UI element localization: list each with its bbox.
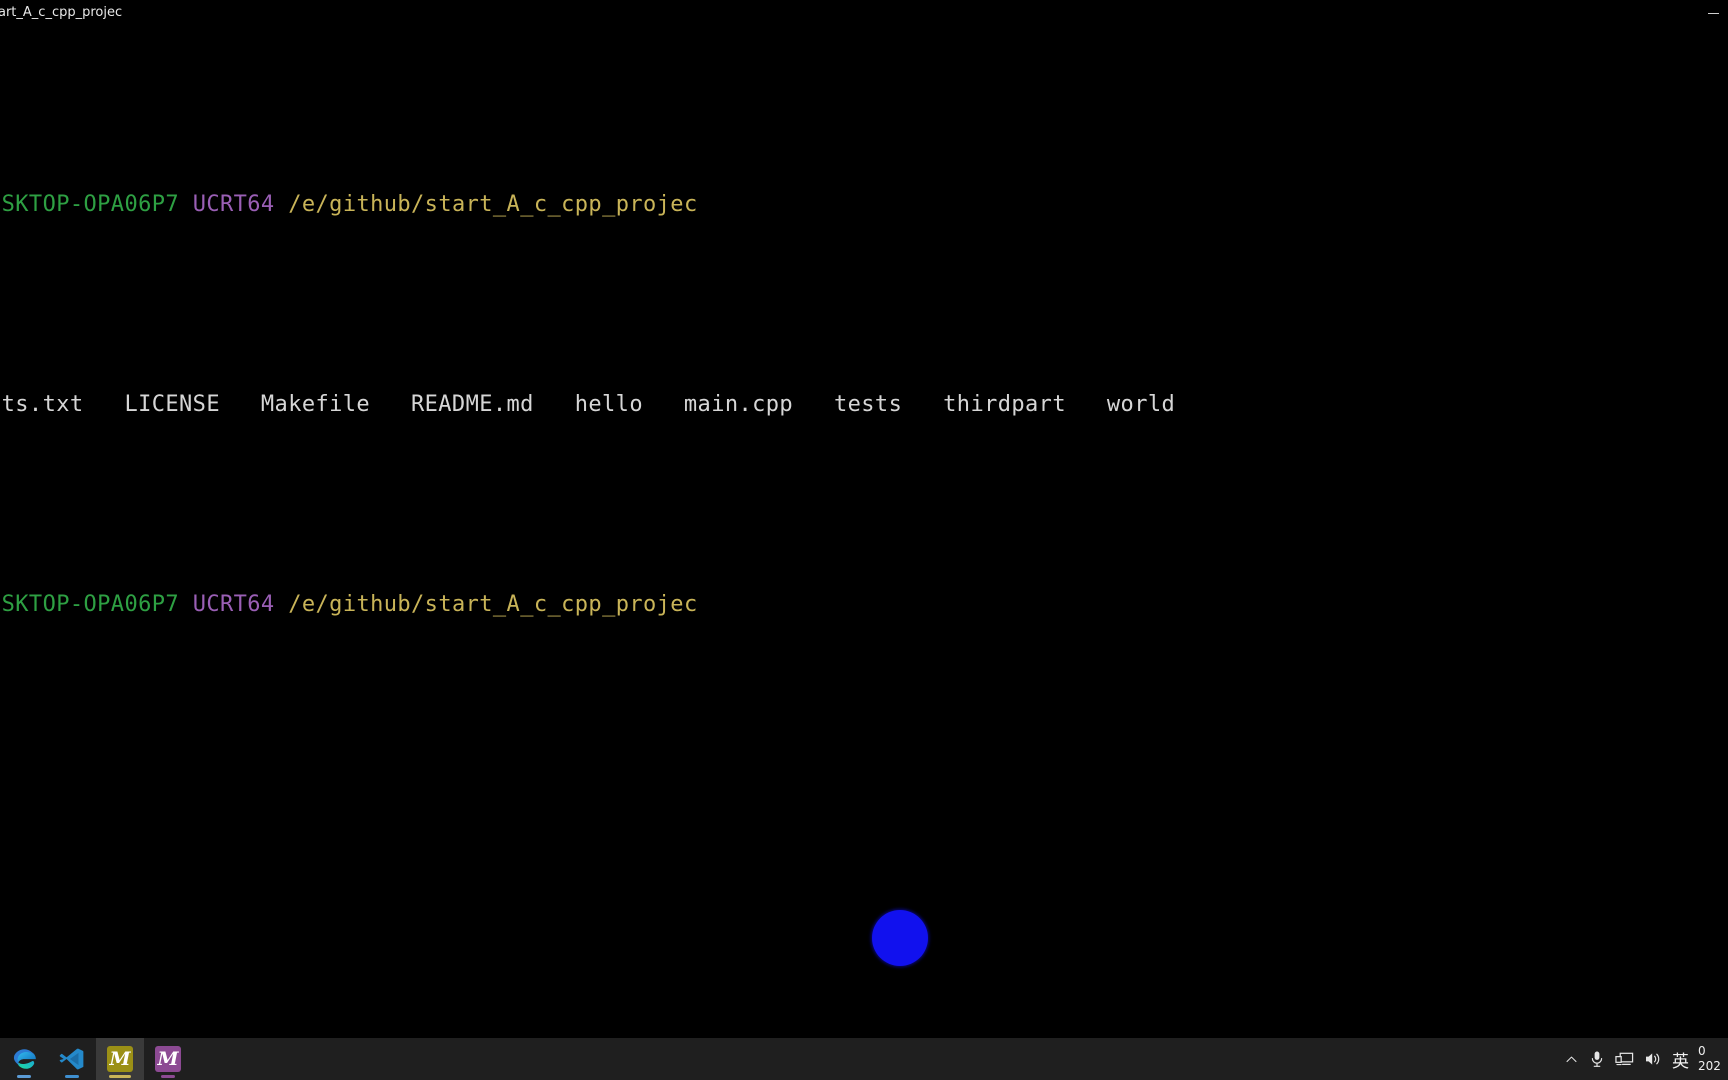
prompt-space-3 xyxy=(179,592,193,617)
terminal-file-listing: sts.txt LICENSE Makefile README.md hello… xyxy=(0,380,1728,430)
prompt-env-2: UCRT64 xyxy=(192,592,275,617)
edge-icon xyxy=(13,1049,36,1069)
taskbar-indicator-edge xyxy=(17,1075,31,1078)
microphone-icon xyxy=(1591,1051,1603,1067)
msys2-purple-icon: M xyxy=(155,1046,181,1072)
click-indicator xyxy=(872,910,928,966)
taskbar-item-msys2-ucrt64[interactable]: M xyxy=(96,1038,144,1080)
prompt-path-2: /e/github/start_A_c_cpp_projec xyxy=(288,592,698,617)
taskbar-indicator-vscode xyxy=(65,1075,79,1078)
taskbar[interactable]: M M 英 0 202 xyxy=(0,1038,1728,1080)
taskbar-clock[interactable]: 0 202 xyxy=(1694,1038,1728,1080)
taskbar-app-list: M M xyxy=(0,1038,192,1080)
taskbar-indicator-msys2-ucrt64 xyxy=(109,1075,131,1078)
chevron-up-icon xyxy=(1566,1056,1576,1062)
msys2-yellow-glyph: M xyxy=(109,1047,131,1070)
terminal-prompt-line-2: ESKTOP-OPA06P7 UCRT64 /e/github/start_A_… xyxy=(0,580,1728,630)
taskbar-item-msys2-mingw[interactable]: M xyxy=(144,1038,192,1080)
minimize-icon xyxy=(1707,12,1719,14)
terminal-window[interactable]: art_A_c_cpp_projec ESKTOP-OPA06P7 UCRT64… xyxy=(0,0,1728,1038)
prompt-space-1 xyxy=(179,192,193,217)
clock-date: 202 xyxy=(1698,1059,1721,1073)
msys2-purple-glyph: M xyxy=(157,1047,179,1070)
msys2-yellow-icon: M xyxy=(107,1046,133,1072)
network-icon xyxy=(1615,1052,1634,1066)
ime-icon: 英 xyxy=(1672,1051,1689,1072)
terminal-output[interactable]: ESKTOP-OPA06P7 UCRT64 /e/github/start_A_… xyxy=(0,30,1728,1038)
prompt-space-2 xyxy=(275,192,289,217)
window-titlebar[interactable]: art_A_c_cpp_projec xyxy=(0,0,1728,26)
network-button[interactable] xyxy=(1610,1038,1639,1080)
taskbar-indicator-msys2-mingw xyxy=(161,1075,175,1078)
vscode-icon xyxy=(59,1048,84,1070)
taskbar-item-microsoft-edge[interactable] xyxy=(0,1038,48,1080)
system-tray: 英 0 202 xyxy=(1558,1038,1728,1080)
volume-button[interactable] xyxy=(1639,1038,1667,1080)
terminal-prompt-line-1: ESKTOP-OPA06P7 UCRT64 /e/github/start_A_… xyxy=(0,180,1728,230)
ime-language-button[interactable]: 英 xyxy=(1667,1038,1694,1080)
microphone-button[interactable] xyxy=(1584,1038,1610,1080)
speaker-icon xyxy=(1646,1053,1660,1065)
prompt-env: UCRT64 xyxy=(192,192,275,217)
prompt-host: ESKTOP-OPA06P7 xyxy=(0,192,180,217)
taskbar-item-visual-studio-code[interactable] xyxy=(48,1038,96,1080)
prompt-path: /e/github/start_A_c_cpp_projec xyxy=(288,192,698,217)
window-title: art_A_c_cpp_projec xyxy=(0,5,123,20)
file-listing-text: sts.txt LICENSE Makefile README.md hello… xyxy=(0,392,1176,417)
minimize-button[interactable] xyxy=(1698,0,1728,26)
window-controls xyxy=(1698,0,1728,26)
prompt-host-2: ESKTOP-OPA06P7 xyxy=(0,592,180,617)
clock-time: 0 xyxy=(1698,1044,1706,1058)
show-hidden-icons-button[interactable] xyxy=(1558,1038,1584,1080)
prompt-space-4 xyxy=(275,592,289,617)
